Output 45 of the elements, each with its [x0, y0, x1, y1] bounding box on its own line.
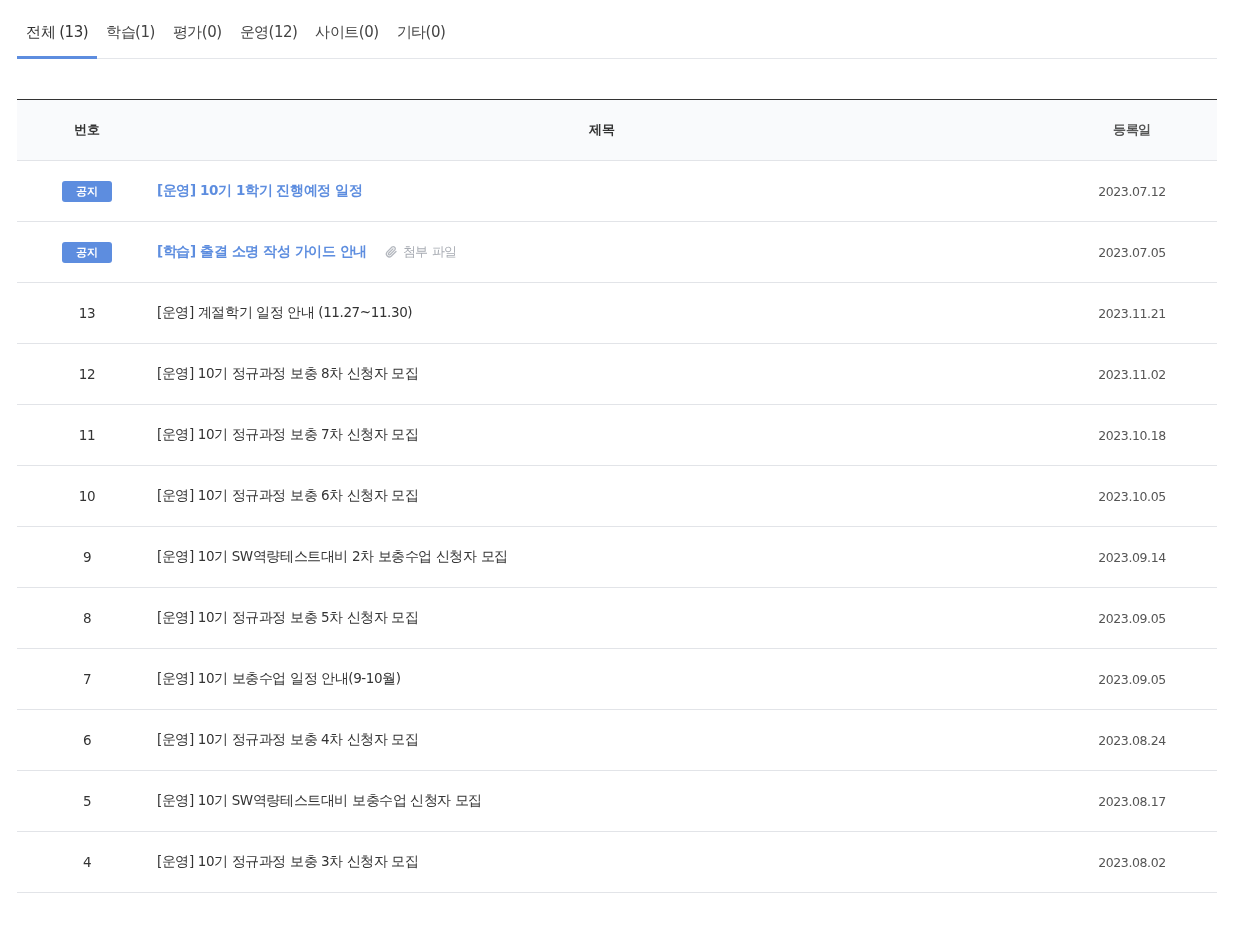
paperclip-icon: [384, 245, 398, 259]
post-date: 2023.09.05: [1098, 671, 1166, 687]
notice-badge: 공지: [62, 180, 112, 202]
category-tab[interactable]: 평가(0): [163, 13, 231, 59]
category-tab[interactable]: 사이트(0): [306, 13, 388, 59]
post-date: 2023.09.05: [1098, 610, 1166, 626]
post-date: 2023.08.17: [1098, 793, 1166, 809]
post-date: 2023.11.21: [1098, 305, 1166, 321]
post-title-link[interactable]: [운영] 10기 SW역량테스트대비 2차 보충수업 신청자 모집: [157, 548, 508, 566]
post-number: 7: [82, 671, 92, 687]
category-tab[interactable]: 학습(1): [97, 13, 164, 59]
notice-badge: 공지: [62, 241, 112, 263]
category-tab[interactable]: 기타(0): [387, 13, 455, 59]
post-number: 13: [78, 305, 96, 321]
post-title-link[interactable]: [운영] 10기 보충수업 일정 안내(9-10월): [157, 670, 401, 688]
post-number: 5: [82, 793, 92, 809]
post-number: 6: [82, 732, 92, 748]
post-title-link[interactable]: [운영] 10기 정규과정 보충 3차 신청자 모집: [157, 853, 419, 871]
post-date: 2023.08.24: [1098, 732, 1166, 748]
post-title-link[interactable]: [운영] 10기 정규과정 보충 6차 신청자 모집: [157, 487, 419, 505]
post-date: 2023.07.12: [1098, 183, 1166, 199]
post-date: 2023.11.02: [1098, 366, 1166, 382]
column-header: 번호: [73, 121, 101, 139]
attachment-label: 첨부 파일: [402, 243, 457, 261]
category-tab[interactable]: 전체 (13): [17, 13, 98, 59]
post-date: 2023.08.02: [1098, 854, 1166, 870]
column-header: 등록일: [1112, 121, 1152, 139]
post-number: 11: [78, 427, 96, 443]
column-header: 제목: [588, 121, 616, 139]
post-title-link[interactable]: [운영] 10기 SW역량테스트대비 보충수업 신청자 모집: [157, 792, 483, 810]
post-date: 2023.10.05: [1098, 488, 1166, 504]
post-date: 2023.07.05: [1098, 244, 1166, 260]
post-date: 2023.10.18: [1098, 427, 1166, 443]
post-title-link[interactable]: [운영] 10기 정규과정 보충 5차 신청자 모집: [157, 609, 419, 627]
post-number: 10: [78, 488, 96, 504]
post-title-link[interactable]: [운영] 10기 정규과정 보충 4차 신청자 모집: [157, 731, 419, 749]
post-number: 8: [82, 610, 92, 626]
post-date: 2023.09.14: [1098, 549, 1166, 565]
post-title-link[interactable]: [운영] 10기 정규과정 보충 7차 신청자 모집: [157, 426, 419, 444]
post-number: 4: [82, 854, 92, 870]
post-number: 12: [78, 366, 96, 382]
post-title-link[interactable]: [운영] 10기 정규과정 보충 8차 신청자 모집: [157, 365, 419, 383]
category-tab[interactable]: 운영(12): [230, 13, 307, 59]
post-title-link[interactable]: [운영] 계절학기 일정 안내 (11.27~11.30): [157, 304, 413, 322]
post-number: 9: [82, 549, 92, 565]
